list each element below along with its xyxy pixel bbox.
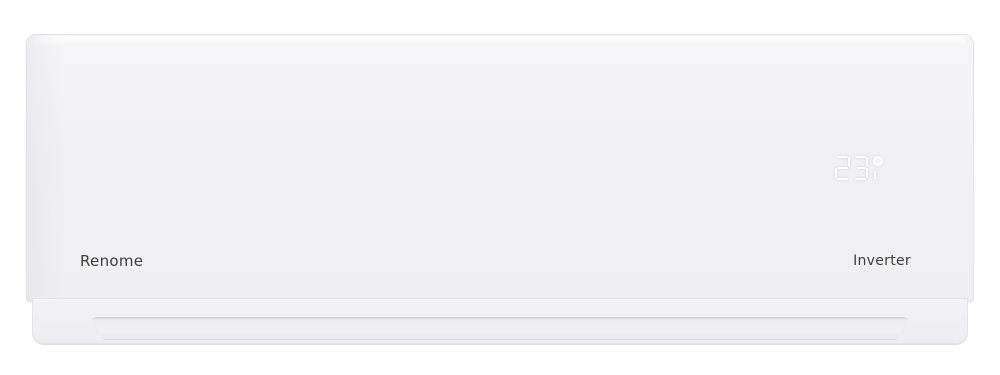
brand-logo: Renome [80,252,144,270]
air-conditioner-scene: 23 Renome Inverter [0,0,1000,375]
air-louver [92,318,908,340]
display-digit-2 [835,156,850,180]
degree-icon [871,156,885,180]
temperature-display: 23 [835,155,895,181]
display-digit-3 [853,156,868,180]
louver-edge [95,317,905,318]
inverter-label: Inverter [853,253,911,269]
ac-indoor-unit [26,34,974,302]
